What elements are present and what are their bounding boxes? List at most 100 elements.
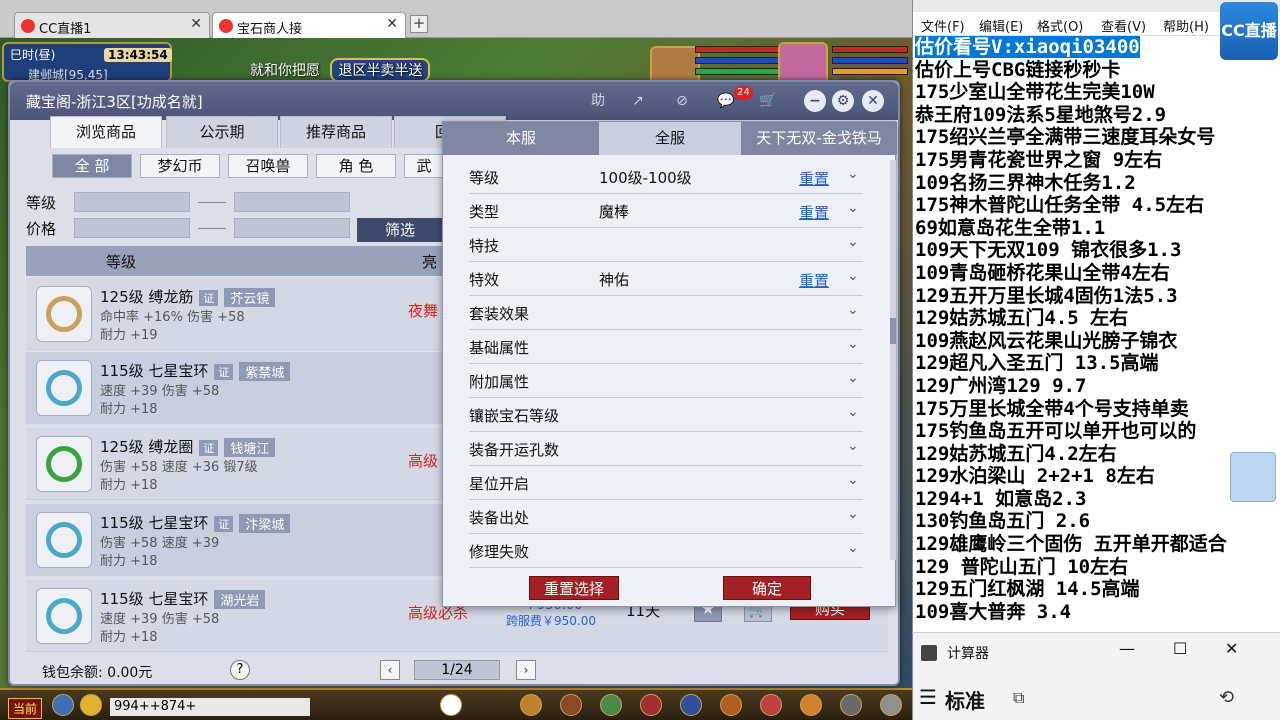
chat-input[interactable]: 994++874+ [110, 698, 310, 716]
category-weapon[interactable]: 武 [404, 154, 444, 178]
filter-row[interactable]: 套装效果 ⌄ [469, 296, 863, 330]
filter-row[interactable]: 修理失败 ⌄ [469, 534, 863, 568]
channel-button[interactable]: 当前 [8, 698, 43, 719]
menu-format[interactable]: 格式(O) [1037, 16, 1083, 35]
prev-page-button[interactable]: ‹ [380, 660, 400, 680]
menu-file[interactable]: 文件(F) [921, 16, 965, 35]
item-highlight: 高级 [408, 452, 439, 470]
skill-icon[interactable] [560, 694, 582, 716]
close-tab-icon[interactable]: ✕ [386, 16, 398, 32]
tab-tianxia-server[interactable]: 天下无双-金戈铁马 [741, 122, 897, 155]
line-text: 175万里长城全带4个号支持单卖 [915, 397, 1189, 420]
help-question-icon[interactable]: ? [230, 660, 250, 680]
chevron-down-icon[interactable]: ⌄ [847, 234, 859, 250]
item-name-line: 125级 缚龙圈证钱塘江 [100, 436, 276, 457]
filter-row[interactable]: 等级 100级-100级 重置 ⌄ [469, 160, 863, 194]
menu-view[interactable]: 查看(V) [1101, 16, 1146, 35]
filter-row[interactable]: 特技 ⌄ [469, 228, 863, 262]
close-tab-icon[interactable]: ✕ [190, 16, 202, 32]
emote-icon[interactable] [80, 694, 102, 716]
filter-row[interactable]: 装备出处 ⌄ [469, 500, 863, 534]
tab-browse[interactable]: 浏览商品 [50, 116, 162, 148]
chevron-down-icon[interactable]: ⌄ [847, 268, 859, 284]
reset-link[interactable]: 重置 [799, 168, 829, 189]
menu-edit[interactable]: 编辑(E) [979, 16, 1023, 35]
price-max-input[interactable] [234, 218, 350, 238]
cart-icon[interactable]: 🛒 [756, 90, 780, 112]
help-icon[interactable]: 助 [586, 90, 610, 112]
stop-icon[interactable]: ⊘ [670, 90, 694, 112]
filter-row[interactable]: 镶嵌宝石等级 ⌄ [469, 398, 863, 432]
price-min-input[interactable] [74, 218, 190, 238]
friend-icon[interactable] [640, 694, 662, 716]
pet-icon[interactable] [440, 694, 462, 716]
next-page-button[interactable]: › [516, 660, 536, 680]
close-icon[interactable]: ✕ [862, 90, 884, 112]
category-coin[interactable]: 梦幻币 [140, 154, 220, 178]
category-pet[interactable]: 召唤兽 [228, 154, 308, 178]
level-max-input[interactable] [234, 192, 350, 212]
close-icon[interactable]: ✕ [1225, 639, 1238, 658]
filter-row[interactable]: 特效 神佑 重置 ⌄ [469, 262, 863, 296]
tab-recommend[interactable]: 推荐商品 [280, 116, 392, 148]
chevron-down-icon[interactable]: ⌄ [847, 302, 859, 318]
category-role[interactable]: 角 色 [316, 154, 396, 178]
column-highlight: 亮 [422, 253, 438, 271]
chevron-down-icon[interactable]: ⌄ [847, 472, 859, 488]
filter-row[interactable]: 装备开运孔数 ⌄ [469, 432, 863, 466]
item-durability: 耐力 +18 [100, 478, 158, 493]
category-all[interactable]: 全 部 [52, 154, 132, 178]
mic-icon[interactable] [52, 694, 74, 716]
guild-icon[interactable] [680, 694, 702, 716]
settings-icon[interactable]: ⚙ [832, 90, 854, 112]
hp-bar [832, 46, 908, 53]
chevron-down-icon[interactable]: ⌄ [847, 370, 859, 386]
menu-help[interactable]: 帮助(H) [1163, 16, 1209, 35]
reset-link[interactable]: 重置 [799, 202, 829, 223]
reset-selection-button[interactable]: 重置选择 [529, 576, 619, 600]
team-icon[interactable] [600, 694, 622, 716]
browser-tab-market[interactable]: 宝石商人接 ✕ [212, 12, 406, 39]
chevron-down-icon[interactable]: ⌄ [847, 438, 859, 454]
new-tab-button[interactable]: + [410, 15, 428, 33]
line-text: 109喜大普奔 3.4 [915, 600, 1072, 623]
browser-tab-cc[interactable]: CC直播1 ✕ [14, 12, 210, 38]
minimize-icon[interactable]: — [1119, 639, 1135, 658]
confirm-button[interactable]: 确定 [723, 576, 811, 600]
minimize-icon[interactable]: − [804, 90, 826, 112]
scrollbar-thumb[interactable] [890, 318, 896, 344]
filter-button[interactable]: 筛选 [357, 218, 443, 242]
chevron-down-icon[interactable]: ⌄ [847, 404, 859, 420]
chevron-down-icon[interactable]: ⌄ [847, 200, 859, 216]
filter-row[interactable]: 类型 魔棒 重置 ⌄ [469, 194, 863, 228]
filter-row[interactable]: 星位开启 ⌄ [469, 466, 863, 500]
tab-local-server[interactable]: 本服 [443, 122, 599, 155]
maximize-icon[interactable]: ☐ [1173, 639, 1187, 658]
filter-row[interactable]: 基础属性 ⌄ [469, 330, 863, 364]
share-icon[interactable]: ↗ [626, 90, 650, 112]
filter-value: 100级-100级 [599, 169, 692, 187]
filter-row[interactable]: 附加属性 ⌄ [469, 364, 863, 398]
history-icon[interactable]: ⟲ [1219, 687, 1234, 708]
chevron-down-icon[interactable]: ⌄ [847, 506, 859, 522]
level-min-input[interactable] [74, 192, 190, 212]
reset-link[interactable]: 重置 [799, 270, 829, 291]
tab-public[interactable]: 公示期 [166, 116, 278, 148]
quest-icon[interactable] [720, 694, 742, 716]
notepad-text-area[interactable]: 估价看号V:xiaoqi03400 估价上号CBG链接秒秒卡 175少室山全带花生完… [915, 36, 1280, 623]
side-widget-icon[interactable] [1230, 452, 1276, 502]
bag-icon[interactable] [520, 694, 542, 716]
shop-icon[interactable] [760, 694, 782, 716]
system-icon[interactable] [840, 694, 862, 716]
chevron-down-icon[interactable]: ⌄ [847, 540, 859, 556]
settings-icon[interactable] [880, 694, 902, 716]
line-text: 129 普陀山五门 10左右 [915, 555, 1129, 578]
chevron-down-icon[interactable]: ⌄ [847, 166, 859, 182]
tab-all-servers[interactable]: 全服 [599, 122, 741, 155]
hamburger-menu-icon[interactable]: ☰ [919, 685, 937, 709]
calculator-icon [921, 645, 937, 661]
activity-icon[interactable] [800, 694, 822, 716]
chevron-down-icon[interactable]: ⌄ [847, 336, 859, 352]
keep-on-top-icon[interactable]: ⧉ [1013, 688, 1024, 708]
popup-scrollbar[interactable] [890, 160, 896, 560]
